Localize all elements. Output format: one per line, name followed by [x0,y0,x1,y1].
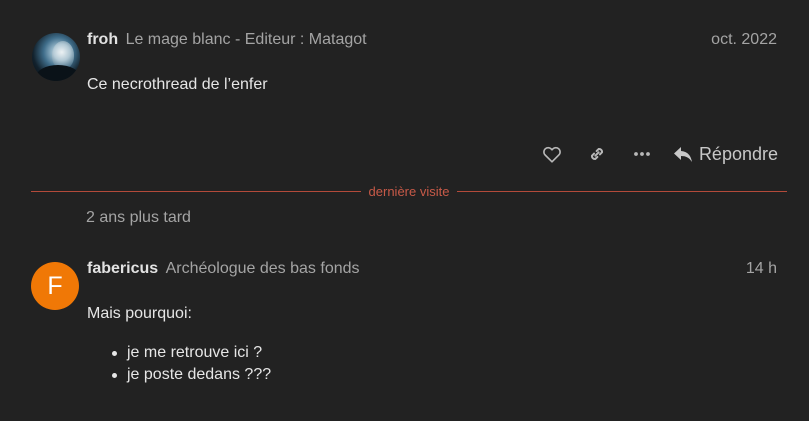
post2-username[interactable]: fabericus [87,260,158,277]
post1-actions: Répondre [541,140,778,168]
list-item: je poste dedans ??? [87,364,271,386]
post2-meta: fabericus Archéologue des bas fonds [87,260,360,278]
post2-list: je me retrouve ici ? je poste dedans ??? [87,342,271,386]
post1-meta: froh Le mage blanc - Editeur : Matagot [87,31,367,49]
post1-username[interactable]: froh [87,31,118,48]
like-button[interactable] [541,143,563,165]
post1-user-title: Le mage blanc - Editeur : Matagot [125,31,367,48]
copy-link-button[interactable] [586,143,608,165]
reply-button[interactable]: Répondre [673,144,778,165]
more-actions-button[interactable] [631,143,653,165]
topic-page: froh Le mage blanc - Editeur : Matagot o… [0,0,809,421]
post1-date[interactable]: oct. 2022 [711,31,777,49]
last-visit-line-right [457,190,787,192]
link-icon [590,148,603,160]
list-item: je me retrouve ici ? [87,342,271,364]
post2-user-title: Archéologue des bas fonds [165,260,360,277]
post2-intro: Mais pourquoi: [87,305,192,322]
post2-body: Mais pourquoi: je me retrouve ici ? je p… [87,305,271,386]
post2-date[interactable]: 14 h [746,260,777,278]
last-visit-divider: dernière visite [31,181,787,201]
froh-avatar[interactable] [32,33,80,81]
ellipsis-icon [634,152,650,156]
reply-arrow-icon [673,147,692,162]
time-gap-notice: 2 ans plus tard [86,209,191,226]
post1-body: Ce necrothread de l’enfer [87,76,268,94]
last-visit-label: dernière visite [368,183,450,199]
heart-icon [543,146,561,163]
reply-label: Répondre [698,143,778,164]
post1-text: Ce necrothread de l’enfer [87,76,268,93]
fabericus-avatar[interactable]: F [31,262,79,310]
last-visit-line-left [31,190,361,192]
avatar-shoulder [36,65,80,81]
